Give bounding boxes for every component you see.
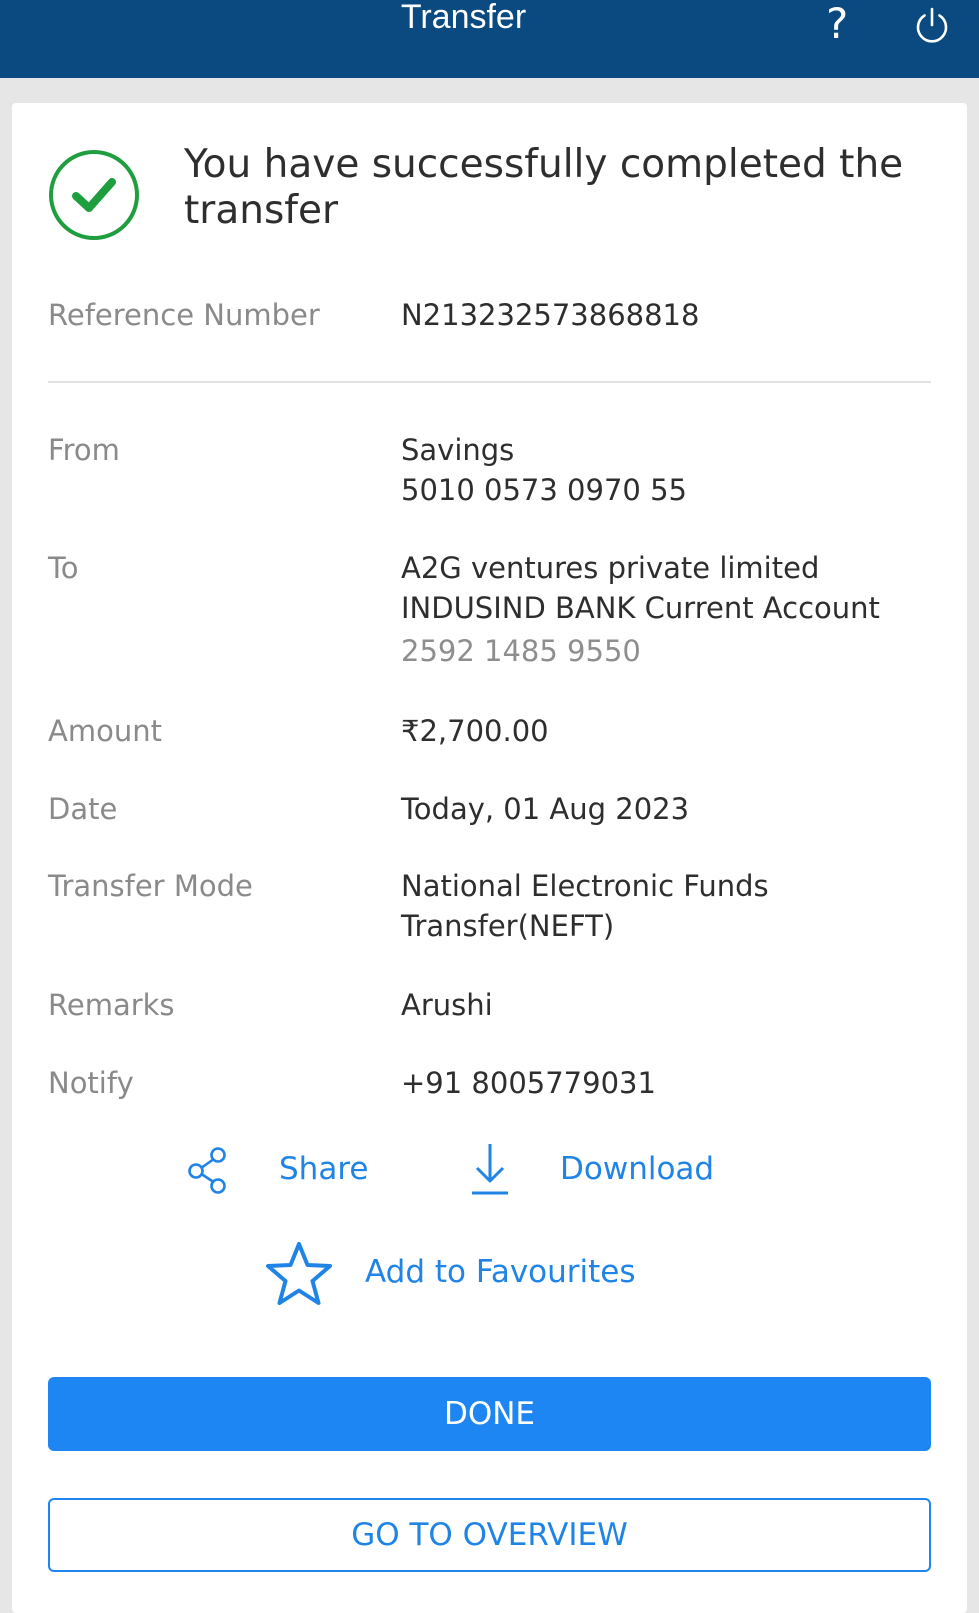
- add-to-favourites-button[interactable]: Add to Favourites: [365, 1252, 636, 1292]
- from-label: From: [48, 433, 120, 467]
- transfer-mode-line1: National Electronic Funds: [401, 869, 769, 903]
- transfer-mode-label: Transfer Mode: [48, 869, 253, 903]
- page-title: Transfer: [400, 0, 527, 36]
- notify-label: Notify: [48, 1066, 134, 1100]
- reference-number-value: N213232573868818: [401, 298, 700, 332]
- from-account-number: 5010 0573 0970 55: [401, 473, 687, 507]
- date-value: Today, 01 Aug 2023: [401, 792, 690, 826]
- divider: [48, 381, 931, 383]
- help-icon[interactable]: ?: [826, 0, 848, 48]
- done-button[interactable]: DONE: [48, 1377, 931, 1451]
- top-app-bar: Transfer ?: [0, 0, 979, 78]
- remarks-value: Arushi: [401, 988, 493, 1022]
- amount-label: Amount: [48, 714, 162, 748]
- amount-value: ₹2,700.00: [401, 714, 549, 748]
- success-message: You have successfully completed the tran…: [184, 142, 904, 233]
- download-icon[interactable]: [470, 1141, 510, 1197]
- to-value: A2G ventures private limited INDUSIND BA…: [401, 548, 961, 671]
- transfer-mode-value: National Electronic Funds Transfer(NEFT): [401, 866, 961, 946]
- star-icon[interactable]: [264, 1241, 334, 1307]
- share-button[interactable]: Share: [279, 1149, 368, 1189]
- to-label: To: [48, 551, 79, 585]
- share-icon[interactable]: [186, 1146, 230, 1194]
- power-icon[interactable]: [912, 6, 952, 46]
- from-value: Savings 5010 0573 0970 55: [401, 430, 961, 510]
- go-to-overview-button[interactable]: GO TO OVERVIEW: [48, 1498, 931, 1572]
- payee-account-number: 2592 1485 9550: [401, 634, 641, 668]
- notify-value: +91 8005779031: [401, 1066, 656, 1100]
- from-account-type: Savings: [401, 433, 515, 467]
- reference-number-label: Reference Number: [48, 298, 320, 332]
- payee-name: A2G ventures private limited: [401, 551, 820, 585]
- payee-bank: INDUSIND BANK Current Account: [401, 591, 880, 625]
- remarks-label: Remarks: [48, 988, 175, 1022]
- date-label: Date: [48, 792, 118, 826]
- download-button[interactable]: Download: [560, 1149, 714, 1189]
- check-circle-icon: [49, 150, 139, 240]
- transfer-mode-line2: Transfer(NEFT): [401, 909, 615, 943]
